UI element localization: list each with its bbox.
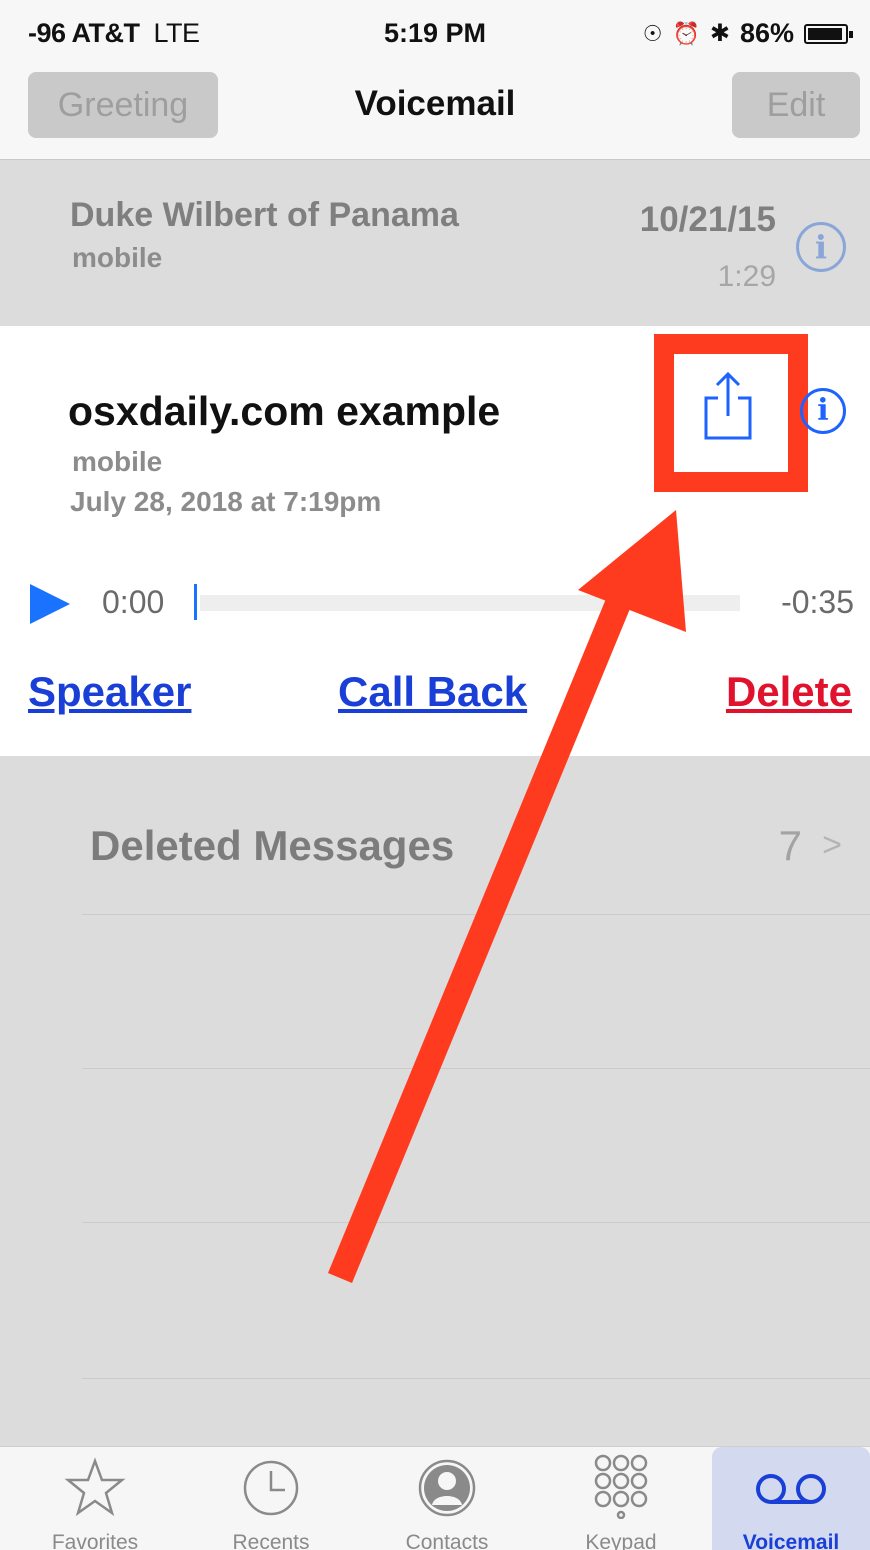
- edit-button[interactable]: Edit: [732, 72, 860, 138]
- battery-icon: [804, 23, 853, 44]
- voicemail-duration: 1:29: [717, 260, 776, 293]
- caller-name: Duke Wilbert of Panama: [70, 196, 459, 234]
- contact-icon: [418, 1459, 476, 1517]
- voicemail-row[interactable]: Duke Wilbert of Panama mobile 10/21/15 1…: [0, 160, 870, 326]
- list-separator: [82, 1222, 870, 1223]
- info-icon[interactable]: i: [796, 222, 846, 272]
- info-icon[interactable]: i: [800, 388, 846, 434]
- deleted-messages-label[interactable]: Deleted Messages: [90, 822, 454, 870]
- caller-phone-type: mobile: [72, 446, 163, 477]
- caller-name: osxdaily.com example: [68, 388, 501, 434]
- deleted-messages-count: 7: [778, 822, 802, 869]
- tab-label: Favorites: [51, 1531, 139, 1550]
- elapsed-time: 0:00: [102, 584, 165, 620]
- clock-icon: [243, 1460, 299, 1516]
- tab-favorites[interactable]: Favorites: [10, 1447, 180, 1550]
- tab-bar: Favorites Recents Contacts Keypad Voicem…: [0, 1446, 870, 1550]
- list-separator: [82, 914, 870, 915]
- caller-phone-type: mobile: [72, 242, 163, 273]
- battery-percent: 86%: [739, 18, 794, 48]
- keypad-icon: [594, 1454, 648, 1519]
- tab-recents[interactable]: Recents: [186, 1447, 356, 1550]
- share-icon[interactable]: [700, 370, 756, 442]
- voicemail-datetime: July 28, 2018 at 7:19pm: [70, 486, 382, 517]
- tab-label: Contacts: [405, 1531, 489, 1550]
- call-back-button[interactable]: Call Back: [338, 668, 527, 716]
- tab-voicemail[interactable]: Voicemail: [712, 1447, 870, 1550]
- tab-keypad[interactable]: Keypad: [536, 1447, 706, 1550]
- tab-label: Recents: [232, 1531, 310, 1550]
- alarm-icon: ⏰: [672, 20, 700, 46]
- status-bar: -96 AT&T LTE 5:19 PM ☉ ⏰ ✱ 86%: [0, 0, 870, 64]
- delete-button[interactable]: Delete: [726, 668, 852, 716]
- star-icon: [64, 1457, 126, 1517]
- scrubber-handle[interactable]: [194, 584, 197, 620]
- list-separator: [82, 1068, 870, 1069]
- speaker-button[interactable]: Speaker: [28, 668, 191, 716]
- rotation-lock-icon: ☉: [642, 20, 663, 46]
- bluetooth-icon: ✱: [709, 20, 730, 47]
- tab-label: Keypad: [585, 1531, 657, 1550]
- tab-contacts[interactable]: Contacts: [362, 1447, 532, 1550]
- navigation-bar: Greeting Voicemail Edit: [0, 64, 870, 160]
- scrubber-track[interactable]: [200, 595, 740, 611]
- chevron-right-icon: >: [822, 826, 842, 864]
- list-separator: [82, 1378, 870, 1379]
- voicemail-date: 10/21/15: [639, 200, 776, 239]
- voicemail-icon: [756, 1474, 826, 1504]
- remaining-time: -0:35: [781, 584, 854, 620]
- tab-label: Voicemail: [742, 1531, 840, 1550]
- play-icon[interactable]: [30, 584, 70, 624]
- status-icons: ☉ ⏰ ✱ 86%: [642, 18, 853, 49]
